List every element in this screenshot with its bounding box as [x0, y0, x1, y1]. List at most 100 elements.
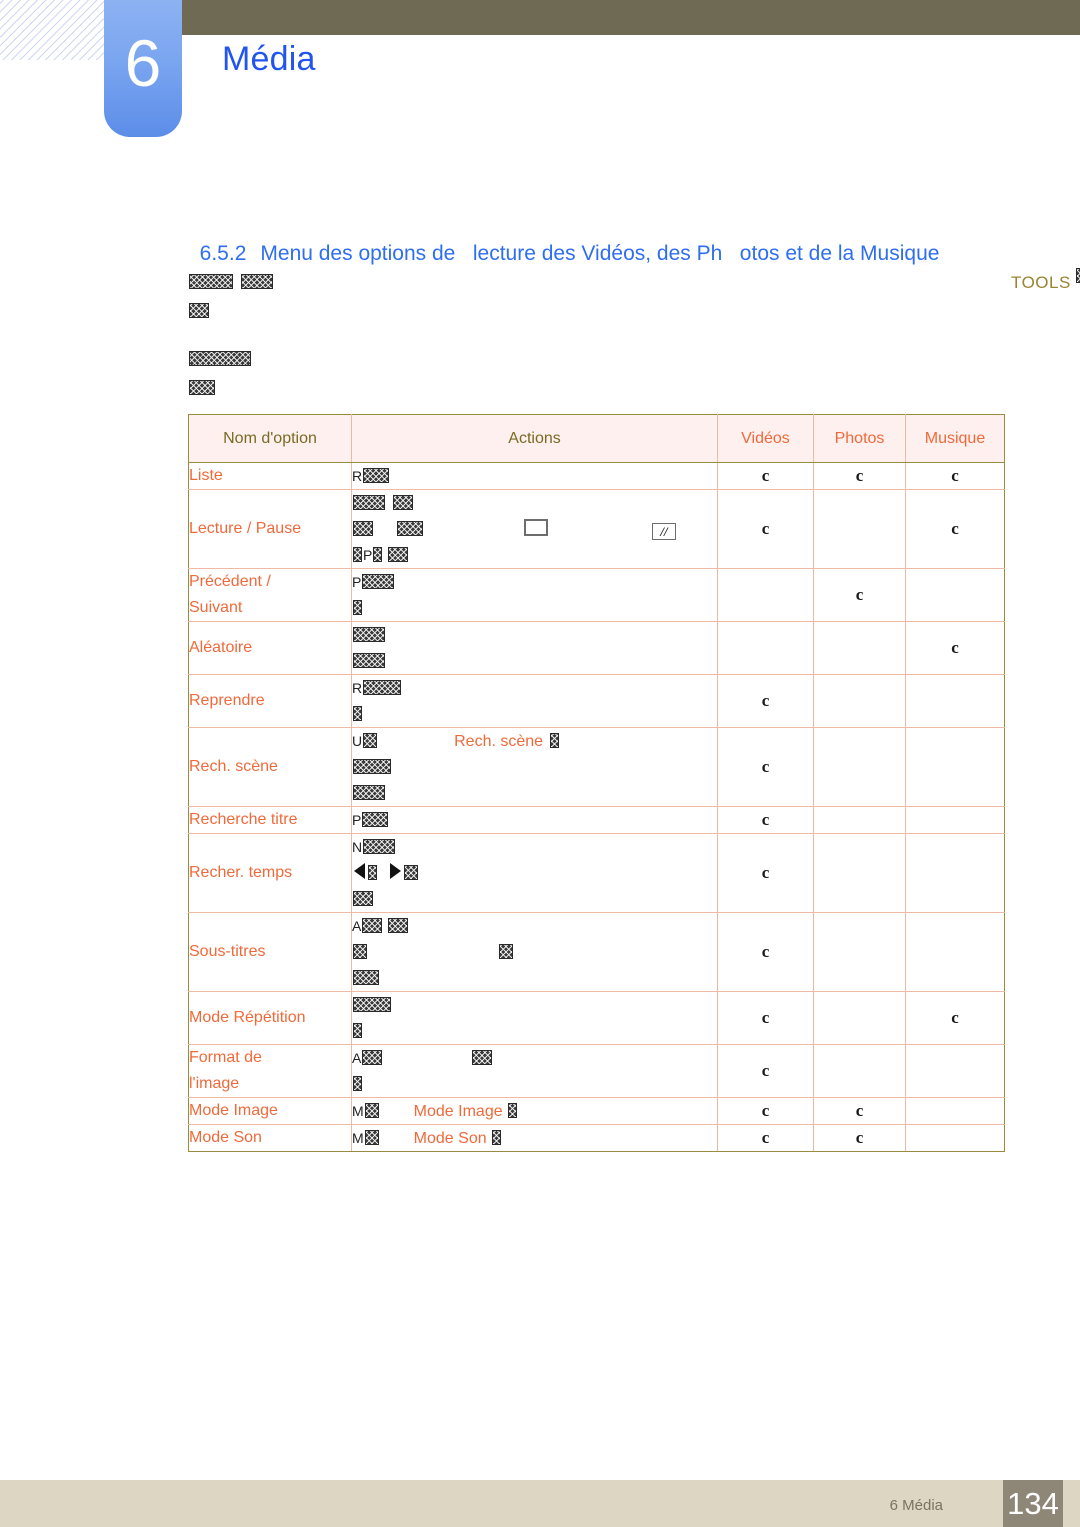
table-row: Mode Image M Mode Image c c	[188, 1097, 1005, 1125]
tofu-glyph	[353, 997, 391, 1012]
tofu-glyph	[353, 1023, 362, 1038]
action-text: A	[352, 918, 362, 934]
tofu-glyph	[499, 944, 513, 959]
action-text: P	[363, 547, 373, 563]
arrow-left-icon	[354, 863, 365, 879]
table-row: Mode Son M Mode Son c c	[188, 1124, 1005, 1152]
cell-support-musique	[905, 1044, 1005, 1098]
action-text: P	[352, 812, 362, 828]
tofu-glyph	[189, 303, 209, 318]
section-heading: 6.5.2 Menu des options de lecture des Vid…	[188, 218, 940, 266]
cell-option-name: Mode Répétition	[188, 991, 352, 1045]
cell-option-name: Recherche titre	[188, 806, 352, 834]
tofu-glyph	[397, 521, 423, 536]
cell-support-photos	[813, 1044, 906, 1098]
cell-support-videos: c	[717, 674, 814, 728]
tofu-glyph	[353, 495, 385, 510]
cell-support-videos: c	[717, 489, 814, 569]
footer-page-number: 134	[1003, 1480, 1063, 1527]
tofu-glyph	[189, 274, 233, 289]
chapter-title: Média	[222, 40, 316, 78]
cell-actions: A	[351, 1044, 718, 1098]
table-row: Précédent / Suivant Pc	[188, 568, 1005, 622]
table-row: Recher. temps Nc	[188, 833, 1005, 913]
cell-actions: M Mode Son	[351, 1124, 718, 1152]
option-name-text: Pause	[255, 520, 302, 537]
cell-support-musique	[905, 674, 1005, 728]
tofu-glyph	[362, 574, 395, 589]
action-line	[352, 860, 717, 886]
tofu-glyph	[353, 627, 385, 642]
chapter-number: 6	[124, 26, 162, 100]
menu-reference-label: Mode Image	[413, 1103, 503, 1120]
tofu-glyph	[364, 1130, 379, 1145]
chapter-tab: 6	[104, 0, 182, 137]
option-name-text: Mode Image	[189, 1102, 278, 1119]
tofu-glyph	[388, 918, 409, 933]
action-line	[352, 622, 717, 648]
option-name-text: Liste	[189, 467, 223, 484]
tools-key-label: TOOLS	[1011, 273, 1071, 292]
column-header-option-name: Nom d'option	[188, 414, 352, 463]
cell-option-name: Aléatoire	[188, 621, 352, 675]
tofu-glyph	[404, 865, 418, 880]
tofu-glyph	[241, 274, 273, 289]
note-line	[188, 345, 1008, 374]
cell-option-name: Précédent / Suivant	[188, 568, 352, 622]
cell-actions: P	[351, 806, 718, 834]
cell-actions: R	[351, 674, 718, 728]
cell-actions: U Rech. scène	[351, 727, 718, 807]
cell-actions: M Mode Image	[351, 1097, 718, 1125]
table-row: Reprendre Rc	[188, 674, 1005, 728]
action-line: M Mode Son	[352, 1125, 717, 1151]
table-header-row: Nom d'option Actions Vidéos Photos Musiq…	[188, 414, 1005, 463]
cell-support-photos: c	[813, 462, 906, 490]
action-line	[352, 1018, 717, 1044]
cell-support-musique	[905, 833, 1005, 913]
table-row: Sous-titres Ac	[188, 912, 1005, 992]
cell-support-photos	[813, 674, 906, 728]
tofu-glyph	[353, 970, 379, 985]
cell-actions: // P	[351, 489, 718, 569]
tofu-glyph	[353, 759, 391, 774]
action-text: U	[352, 733, 363, 749]
tofu-glyph	[550, 733, 560, 748]
tofu-glyph	[353, 653, 385, 668]
tofu-glyph	[353, 521, 373, 536]
tofu-glyph	[363, 468, 390, 483]
action-line: U Rech. scène	[352, 728, 717, 754]
cell-support-photos	[813, 912, 906, 992]
tofu-glyph	[472, 1050, 493, 1065]
table-row: Format de l'image Ac	[188, 1044, 1005, 1098]
cell-option-name: Lecture / Pause	[188, 489, 352, 569]
column-header-actions: Actions	[351, 414, 718, 463]
cell-support-videos: c	[717, 991, 814, 1045]
action-line	[352, 595, 717, 621]
option-name-text: l'image	[189, 1075, 240, 1092]
cell-actions: A	[351, 912, 718, 992]
cell-support-photos	[813, 621, 906, 675]
action-line	[352, 780, 717, 806]
action-text: R	[352, 468, 363, 484]
column-header-musique: Musique	[905, 414, 1005, 463]
cell-support-musique: c	[905, 462, 1005, 490]
cell-support-musique: c	[905, 489, 1005, 569]
cell-option-name: Sous-titres	[188, 912, 352, 992]
table-header: Nom d'option Actions Vidéos Photos Musiq…	[188, 414, 1005, 463]
action-line: P	[352, 569, 717, 595]
cell-support-photos	[813, 727, 906, 807]
cell-actions: R	[351, 462, 718, 490]
tofu-glyph	[362, 918, 383, 933]
pause-icon: //	[652, 523, 676, 540]
tofu-glyph	[393, 495, 413, 510]
cell-option-name: Reprendre	[188, 674, 352, 728]
action-text: M	[352, 1103, 364, 1119]
action-line	[352, 939, 717, 965]
tofu-glyph	[353, 1076, 362, 1091]
tofu-glyph	[353, 785, 385, 800]
cell-actions	[351, 991, 718, 1045]
note-line	[188, 297, 1008, 326]
cell-support-videos: c	[717, 462, 814, 490]
cell-option-name: Recher. temps	[188, 833, 352, 913]
table-body: Liste Rc c c Lecture / Pause//Pc c Précédent /…	[188, 462, 1005, 1152]
